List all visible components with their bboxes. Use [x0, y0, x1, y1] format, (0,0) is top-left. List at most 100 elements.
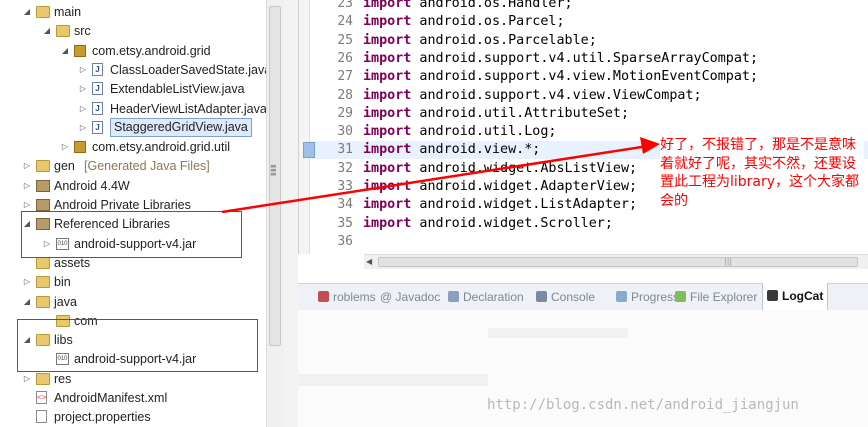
view-tab-bar: roblems @ Javadoc Declaration Console Progre… [298, 283, 868, 311]
code-line[interactable]: import android.os.Parcel; [363, 13, 565, 31]
code-line[interactable]: import android.widget.AbsListView; [363, 160, 637, 178]
panel-divider[interactable] [284, 0, 298, 427]
scrollbar-grip-icon: ||| [724, 257, 733, 266]
java-file-icon: J [92, 82, 103, 96]
view-tab[interactable]: Console [536, 284, 595, 310]
java-file-icon: J [92, 101, 103, 115]
tree-item[interactable]: ▷ res [0, 370, 264, 388]
view-tab[interactable]: @ Javadoc [380, 284, 440, 310]
code-text: android.support.v4.view.ViewCompat; [411, 87, 702, 103]
expand-icon[interactable]: ▷ [22, 157, 32, 175]
expand-icon[interactable]: ▷ [78, 80, 88, 98]
editor-scrollbar-thumb[interactable] [378, 257, 858, 267]
code-text: android.os.Handler; [411, 0, 573, 11]
tree-vertical-scrollbar[interactable]: ▬ ▬ ▬ [266, 0, 284, 427]
library-icon [36, 179, 50, 192]
code-line[interactable]: import android.support.v4.view.MotionEve… [363, 68, 758, 86]
tree-item-label: Android 4.4W [54, 178, 130, 193]
tree-item[interactable]: ◢ src [0, 22, 264, 40]
expand-icon[interactable]: ▷ [78, 119, 88, 137]
code-text: android.widget.Scroller; [411, 215, 613, 231]
code-text: android.view.*; [411, 142, 541, 158]
keyword: import [363, 215, 412, 231]
keyword: import [363, 14, 412, 30]
code-line[interactable]: import android.widget.ListAdapter; [363, 196, 637, 214]
collapse-icon[interactable]: ◢ [60, 42, 70, 60]
expand-icon[interactable]: ▷ [78, 61, 88, 79]
tree-item[interactable]: ▷ J ExtendableListView.java [0, 80, 264, 98]
tree-item-label: res [54, 371, 72, 386]
tree-item-label: main [54, 5, 82, 19]
collapse-icon[interactable]: ◢ [22, 3, 32, 21]
tree-item-label: src [74, 24, 91, 39]
tree-item[interactable]: <> AndroidManifest.xml [0, 389, 264, 407]
code-line[interactable]: import android.os.Handler; [363, 0, 573, 13]
code-line[interactable]: import android.util.AttributeSet; [363, 105, 629, 123]
view-tab[interactable]: Declaration [448, 284, 524, 310]
tree-item[interactable]: ▷ J ClassLoaderSavedState.java [0, 61, 271, 79]
code-text: android.support.v4.view.MotionEventCompa… [411, 69, 759, 85]
tree-item[interactable]: ▷ gen [Generated Java Files] [0, 157, 264, 175]
code-line[interactable]: import android.support.v4.util.SparseArr… [363, 50, 758, 68]
tree-item[interactable]: ▷ J HeaderViewListAdapter.java [0, 100, 267, 118]
editor-gutter [299, 0, 310, 254]
view-tab[interactable]: Progress [616, 284, 679, 310]
tree-item-label: HeaderViewListAdapter.java [110, 101, 267, 116]
folder-icon [36, 256, 50, 269]
code-line[interactable]: import android.os.Parcelable; [363, 32, 597, 50]
line-number: 23 [337, 0, 353, 11]
scroll-left-arrow-icon[interactable]: ◀ [366, 255, 372, 269]
line-number: 27 [337, 69, 353, 85]
keyword: import [363, 197, 412, 213]
tree-item[interactable]: ◢ main [0, 3, 264, 21]
view-tab[interactable]: roblems [318, 284, 376, 310]
expand-icon[interactable]: ▷ [22, 273, 32, 291]
line-number: 33 [337, 179, 353, 194]
view-tab-label: roblems [333, 290, 376, 304]
tree-item[interactable]: ◢ java [0, 293, 264, 311]
expand-icon[interactable]: ▷ [22, 177, 32, 195]
collapse-icon[interactable]: ◢ [22, 293, 32, 311]
view-tab[interactable]: File Explorer [675, 284, 757, 310]
code-line[interactable]: import android.support.v4.view.ViewCompa… [363, 87, 702, 105]
properties-file-icon [36, 410, 47, 424]
view-tab-icon [675, 291, 686, 302]
scrollbar-grip-icon: ▬ ▬ ▬ [270, 162, 277, 178]
line-number: 28 [337, 87, 353, 103]
keyword: import [363, 69, 412, 85]
code-text: android.os.Parcelable; [411, 32, 597, 48]
tree-item[interactable]: ▷ J StaggeredGridView.java [0, 117, 264, 137]
view-tab-icon [767, 290, 778, 301]
code-line[interactable]: import android.util.Log; [363, 123, 557, 141]
tree-item-label: StaggeredGridView.java [110, 117, 252, 137]
tree-item[interactable]: ▷ Android 4.4W [0, 177, 264, 195]
keyword: import [363, 124, 412, 140]
code-line[interactable]: import android.widget.AdapterView; [363, 178, 637, 196]
view-tab-icon [448, 291, 459, 302]
tree-item[interactable]: ▷ com.etsy.android.grid.util [0, 138, 264, 156]
code-text: android.widget.ListAdapter; [411, 197, 638, 213]
tree-item[interactable]: project.properties [0, 408, 264, 426]
line-number: 29 [337, 105, 353, 121]
collapse-icon[interactable]: ◢ [42, 22, 52, 40]
view-tab-icon [536, 291, 547, 302]
code-text: android.util.Log; [411, 124, 557, 140]
code-line[interactable]: import android.widget.Scroller; [363, 215, 613, 233]
editor-horizontal-scrollbar[interactable]: ◀ ||| [364, 254, 868, 269]
tree-item-label: bin [54, 275, 71, 290]
expand-icon[interactable]: ▷ [78, 100, 88, 118]
code-editor[interactable]: 23 import android.os.Handler; 24 import and… [298, 0, 868, 254]
java-file-icon: J [92, 62, 103, 76]
code-line[interactable]: import android.view.*; [363, 141, 540, 159]
tree-item[interactable]: ▷ bin [0, 273, 264, 291]
expand-icon[interactable]: ▷ [22, 370, 32, 388]
faded-row [298, 374, 488, 386]
expand-icon[interactable]: ▷ [60, 138, 70, 156]
line-number: 36 [337, 233, 353, 249]
view-tab-label: Declaration [463, 290, 524, 304]
tree-item-label: gen [54, 159, 75, 174]
tree-item-label: project.properties [54, 410, 151, 425]
tree-item[interactable]: ◢ com.etsy.android.grid [0, 42, 264, 60]
view-tab[interactable]: LogCat [762, 283, 829, 310]
annotation-note: 好了，不报错了，那是不是意味着就好了呢，其实不然，还要设置此工程为library… [660, 136, 864, 210]
